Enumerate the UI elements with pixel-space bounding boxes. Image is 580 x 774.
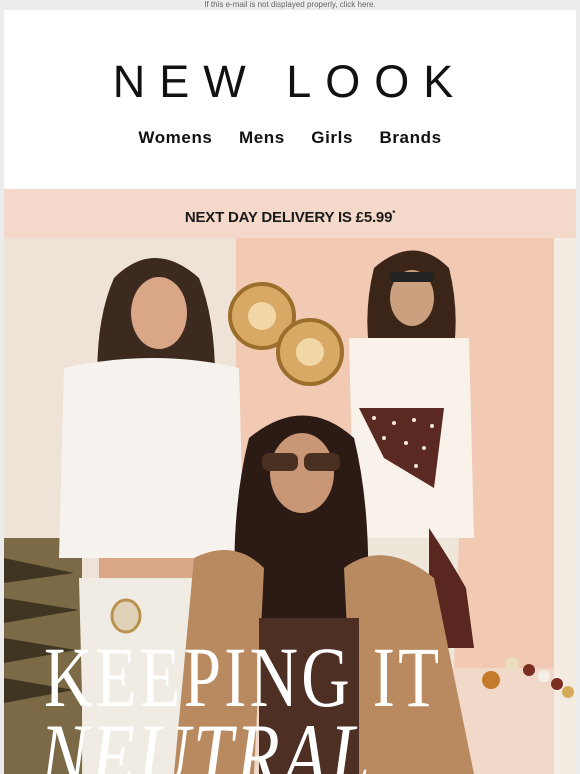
delivery-text: NEXT DAY DELIVERY IS £5.99* [184, 209, 396, 226]
delivery-banner[interactable]: NEXT DAY DELIVERY IS £5.99* [4, 189, 576, 238]
nav-womens[interactable]: Womens [138, 128, 212, 148]
display-link[interactable]: If this e-mail is not displayed properly… [0, 0, 580, 10]
nav-brands[interactable]: Brands [379, 128, 441, 148]
main-nav: Womens Mens Girls Brands [4, 128, 576, 148]
nav-mens[interactable]: Mens [239, 128, 285, 148]
nav-girls[interactable]: Girls [311, 128, 353, 148]
brand-logo[interactable]: NEW LOOK [4, 56, 576, 108]
email-header: NEW LOOK Womens Mens Girls Brands [4, 10, 576, 189]
hero-headline-italic: NEUTRAL [40, 705, 373, 774]
hero-image[interactable]: KEEPING IT NEUTRAL [4, 238, 576, 774]
